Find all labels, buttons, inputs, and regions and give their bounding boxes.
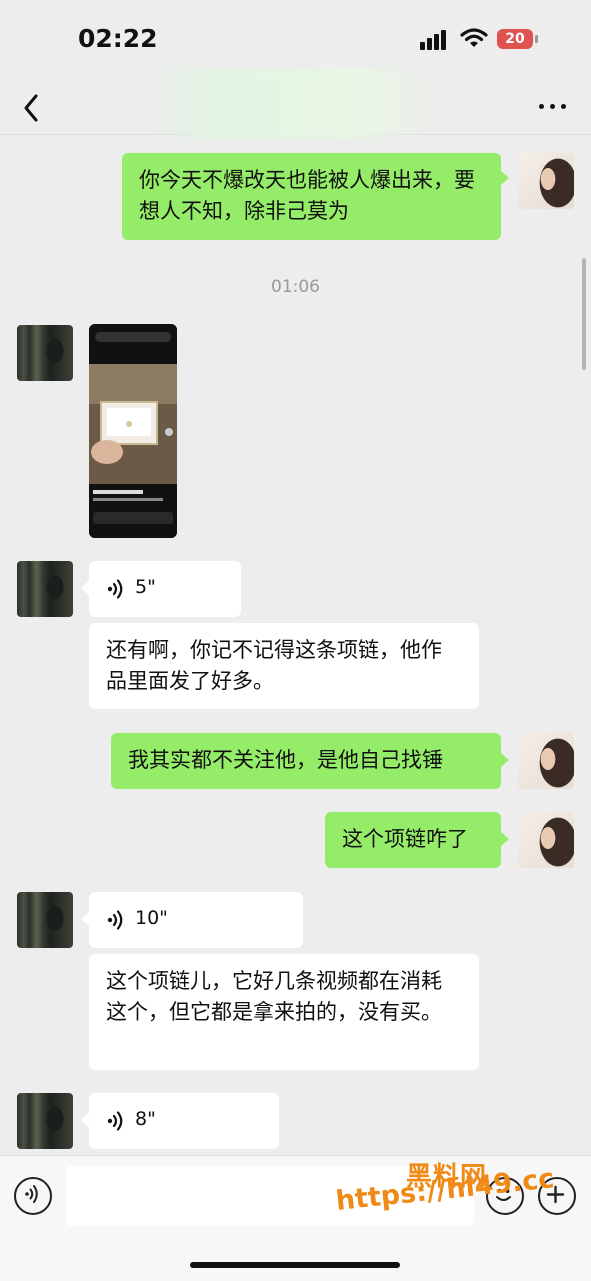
message-text: 这个项链咋了 xyxy=(342,827,468,851)
bubble-tail xyxy=(501,171,509,185)
message-bubble-sent[interactable]: 这个项链咋了 xyxy=(325,812,501,868)
bubble-tail xyxy=(81,912,89,926)
voice-message[interactable]: 8" xyxy=(89,1093,279,1149)
status-time: 02:22 xyxy=(78,24,158,53)
more-dots-icon[interactable] xyxy=(532,94,572,120)
bubble-tail xyxy=(501,832,509,846)
home-indicator xyxy=(190,1262,400,1268)
screenshot-thumbnail xyxy=(89,324,177,538)
contact-avatar[interactable] xyxy=(17,892,73,948)
voice-wave-icon xyxy=(107,579,123,599)
chat-timestamp: 01:06 xyxy=(271,277,320,297)
chevron-left-icon[interactable] xyxy=(18,88,52,128)
message-text: 我其实都不关注他，是他自己找锤 xyxy=(128,748,443,772)
contact-avatar[interactable] xyxy=(17,325,73,381)
voice-wave-glyph xyxy=(25,1185,38,1203)
message-text: 你今天不爆改天也能被人爆出来，要想人不知，除非己莫为 xyxy=(139,168,475,223)
contact-avatar[interactable] xyxy=(17,1093,73,1149)
contact-avatar[interactable] xyxy=(17,561,73,617)
cellular-signal-icon xyxy=(420,30,450,50)
bubble-tail xyxy=(501,753,509,767)
voice-wave-icon xyxy=(107,910,123,930)
wifi-icon xyxy=(460,28,488,47)
message-bubble-sent[interactable]: 你今天不爆改天也能被人爆出来，要想人不知，除非己莫为 xyxy=(122,153,501,240)
scrollbar[interactable] xyxy=(582,258,586,370)
voice-input-icon[interactable] xyxy=(14,1177,52,1215)
chat-header xyxy=(0,68,591,138)
my-avatar[interactable] xyxy=(518,812,574,868)
message-bubble-sent[interactable]: 我其实都不关注他，是他自己找锤 xyxy=(111,733,501,789)
image-message-screenshot[interactable] xyxy=(89,324,177,538)
message-bubble-received[interactable]: 这个项链儿，它好几条视频都在消耗这个，但它都是拿来拍的，没有买。 xyxy=(89,954,479,1070)
voice-message[interactable]: 5" xyxy=(89,561,241,617)
my-avatar[interactable] xyxy=(518,733,574,789)
battery-nub xyxy=(535,35,538,43)
battery-icon: 20 xyxy=(497,29,533,49)
bubble-tail xyxy=(81,1113,89,1127)
voice-wave-icon xyxy=(107,1111,123,1131)
message-text: 这个项链儿，它好几条视频都在消耗这个，但它都是拿来拍的，没有买。 xyxy=(106,969,442,1024)
voice-duration: 10" xyxy=(135,907,168,929)
my-avatar[interactable] xyxy=(518,153,574,209)
chat-title-blurred xyxy=(140,68,440,138)
voice-duration: 8" xyxy=(135,1108,156,1130)
voice-duration: 5" xyxy=(135,576,156,598)
voice-message[interactable]: 10" xyxy=(89,892,303,948)
bubble-tail xyxy=(81,581,89,595)
message-bubble-received[interactable]: 还有啊，你记不记得这条项链，他作品里面发了好多。 xyxy=(89,623,479,709)
message-text: 还有啊，你记不记得这条项链，他作品里面发了好多。 xyxy=(106,638,442,693)
